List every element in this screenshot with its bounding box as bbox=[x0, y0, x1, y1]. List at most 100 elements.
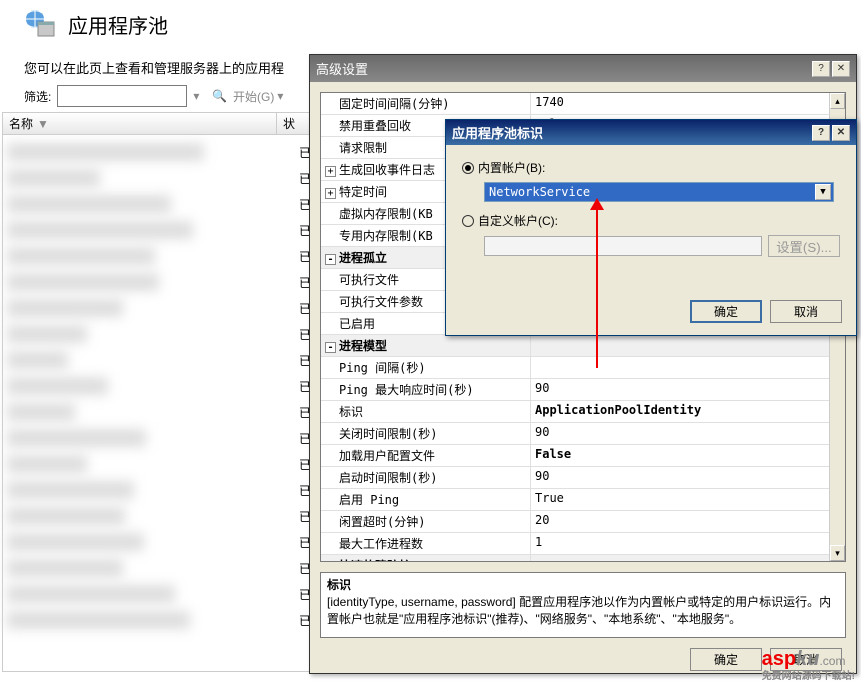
identity-cancel-button[interactable]: 取消 bbox=[770, 300, 842, 323]
grid-key-label: 请求限制 bbox=[339, 141, 387, 155]
list-item[interactable]: 已 bbox=[7, 607, 313, 633]
grid-key-label: 固定时间间隔(分钟) bbox=[339, 97, 449, 111]
expand-collapse-icon[interactable]: - bbox=[325, 342, 336, 353]
grid-key-label: 可执行文件 bbox=[339, 273, 399, 287]
grid-row[interactable]: -快速故障防护 bbox=[321, 555, 845, 562]
custom-account-input bbox=[484, 236, 762, 256]
filter-input[interactable] bbox=[57, 85, 187, 107]
grid-key-label: 进程模型 bbox=[339, 339, 387, 353]
expand-collapse-icon[interactable]: - bbox=[325, 254, 336, 265]
list-item[interactable]: 已 bbox=[7, 555, 313, 581]
close-icon[interactable]: ✕ bbox=[832, 125, 850, 141]
grid-row[interactable]: 固定时间间隔(分钟) 1740 bbox=[321, 93, 845, 115]
scroll-down-icon[interactable]: ▾ bbox=[830, 545, 845, 561]
builtin-account-select[interactable]: NetworkService ▼ bbox=[484, 182, 834, 202]
list-item[interactable]: 已 bbox=[7, 373, 313, 399]
grid-key-label: 禁用重叠回收 bbox=[339, 119, 411, 133]
filter-label: 筛选: bbox=[24, 88, 51, 105]
grid-row[interactable]: 关闭时间限制(秒) 90 bbox=[321, 423, 845, 445]
advanced-ok-button[interactable]: 确定 bbox=[690, 648, 762, 671]
list-item[interactable]: 已 bbox=[7, 581, 313, 607]
grid-value: 20 bbox=[531, 511, 845, 532]
grid-value: 90 bbox=[531, 379, 845, 400]
grid-key-label: 可执行文件参数 bbox=[339, 295, 423, 309]
list-item[interactable]: 已 bbox=[7, 425, 313, 451]
grid-key-label: 专用内存限制(KB bbox=[339, 229, 433, 243]
identity-titlebar: 应用程序池标识 ? ✕ bbox=[446, 120, 856, 145]
grid-row[interactable]: 最大工作进程数 1 bbox=[321, 533, 845, 555]
identity-dialog: 应用程序池标识 ? ✕ 内置帐户(B): NetworkService ▼ 自定… bbox=[445, 119, 857, 336]
grid-value: True bbox=[531, 489, 845, 510]
grid-value: 90 bbox=[531, 467, 845, 488]
grid-key-label: 生成回收事件日志 bbox=[339, 163, 435, 177]
grid-key-label: 特定时间 bbox=[339, 185, 387, 199]
grid-key-label: 进程孤立 bbox=[339, 251, 387, 265]
grid-row[interactable]: -进程模型 bbox=[321, 335, 845, 357]
grid-value: ApplicationPoolIdentity bbox=[531, 401, 845, 422]
set-button: 设置(S)... bbox=[768, 235, 840, 257]
grid-key-label: 已启用 bbox=[339, 317, 375, 331]
grid-value bbox=[531, 335, 845, 356]
col-name-header[interactable]: 名称 ▼ bbox=[3, 113, 277, 134]
start-button[interactable]: 开始(G) ▾ bbox=[233, 88, 283, 105]
list-item[interactable]: 已 bbox=[7, 243, 313, 269]
list-item[interactable]: 已 bbox=[7, 321, 313, 347]
list-item[interactable]: 已 bbox=[7, 295, 313, 321]
expand-collapse-icon[interactable]: + bbox=[325, 166, 336, 177]
close-icon[interactable]: ✕ bbox=[832, 61, 850, 77]
list-item[interactable]: 已 bbox=[7, 451, 313, 477]
grid-value bbox=[531, 555, 845, 562]
grid-key-label: 最大工作进程数 bbox=[339, 537, 423, 551]
custom-account-radio[interactable] bbox=[462, 215, 474, 227]
grid-row[interactable]: 标识 ApplicationPoolIdentity bbox=[321, 401, 845, 423]
grid-value: 1 bbox=[531, 533, 845, 554]
watermark-logo: aspku.com 免费网站源码下载站! bbox=[762, 648, 855, 682]
grid-value: 1740 bbox=[531, 93, 845, 114]
grid-row[interactable]: 启用 PingTrue bbox=[321, 489, 845, 511]
annotation-arrow bbox=[596, 208, 598, 368]
expand-collapse-icon[interactable]: + bbox=[325, 188, 336, 199]
description-box: 标识 [identityType, username, password] 配置… bbox=[320, 572, 846, 638]
grid-key-label: 闲置超时(分钟) bbox=[339, 515, 425, 529]
grid-key-label: Ping 最大响应时间(秒) bbox=[339, 383, 474, 397]
grid-key-label: Ping 间隔(秒) bbox=[339, 361, 426, 375]
grid-row[interactable]: 闲置超时(分钟) 20 bbox=[321, 511, 845, 533]
grid-key-label: 标识 bbox=[339, 405, 363, 419]
grid-key-label: 启动时间限制(秒) bbox=[339, 471, 437, 485]
list-item[interactable]: 已 bbox=[7, 399, 313, 425]
custom-account-label: 自定义帐户(C): bbox=[478, 212, 558, 229]
filter-separator: ▾ bbox=[193, 89, 206, 103]
list-item[interactable]: 已 bbox=[7, 269, 313, 295]
builtin-account-radio[interactable] bbox=[462, 162, 474, 174]
list-item[interactable]: 已 bbox=[7, 503, 313, 529]
help-icon[interactable]: ? bbox=[812, 125, 830, 141]
grid-row[interactable]: 启动时间限制(秒) 90 bbox=[321, 467, 845, 489]
list-item[interactable]: 已 bbox=[7, 477, 313, 503]
list-item[interactable]: 已 bbox=[7, 529, 313, 555]
grid-row[interactable]: Ping 最大响应时间(秒) 90 bbox=[321, 379, 845, 401]
grid-key-label: 关闭时间限制(秒) bbox=[339, 427, 437, 441]
grid-key-label: 虚拟内存限制(KB bbox=[339, 207, 433, 221]
binoculars-icon: 🔍 bbox=[212, 89, 227, 103]
list-item[interactable]: 已 bbox=[7, 139, 313, 165]
app-pool-list: 名称 ▼ 状 已已已已已已已已已已已已已已已已已已已 bbox=[2, 112, 318, 672]
list-item[interactable]: 已 bbox=[7, 347, 313, 373]
grid-value: 90 bbox=[531, 423, 845, 444]
grid-key-label: 加载用户配置文件 bbox=[339, 449, 435, 463]
help-icon[interactable]: ? bbox=[812, 61, 830, 77]
grid-row[interactable]: 加载用户配置文件 False bbox=[321, 445, 845, 467]
grid-row[interactable]: Ping 间隔(秒) bbox=[321, 357, 845, 379]
identity-ok-button[interactable]: 确定 bbox=[690, 300, 762, 323]
builtin-account-label: 内置帐户(B): bbox=[478, 159, 545, 176]
app-pool-icon bbox=[24, 8, 56, 40]
grid-value: False bbox=[531, 445, 845, 466]
list-item[interactable]: 已 bbox=[7, 165, 313, 191]
advanced-settings-titlebar: 高级设置 ? ✕ bbox=[310, 55, 856, 82]
grid-value bbox=[531, 357, 845, 378]
scroll-up-icon[interactable]: ▴ bbox=[830, 93, 845, 109]
grid-key-label: 快速故障防护 bbox=[339, 559, 411, 562]
list-item[interactable]: 已 bbox=[7, 191, 313, 217]
chevron-down-icon[interactable]: ▼ bbox=[815, 184, 831, 200]
page-title: 应用程序池 bbox=[68, 10, 168, 39]
list-item[interactable]: 已 bbox=[7, 217, 313, 243]
